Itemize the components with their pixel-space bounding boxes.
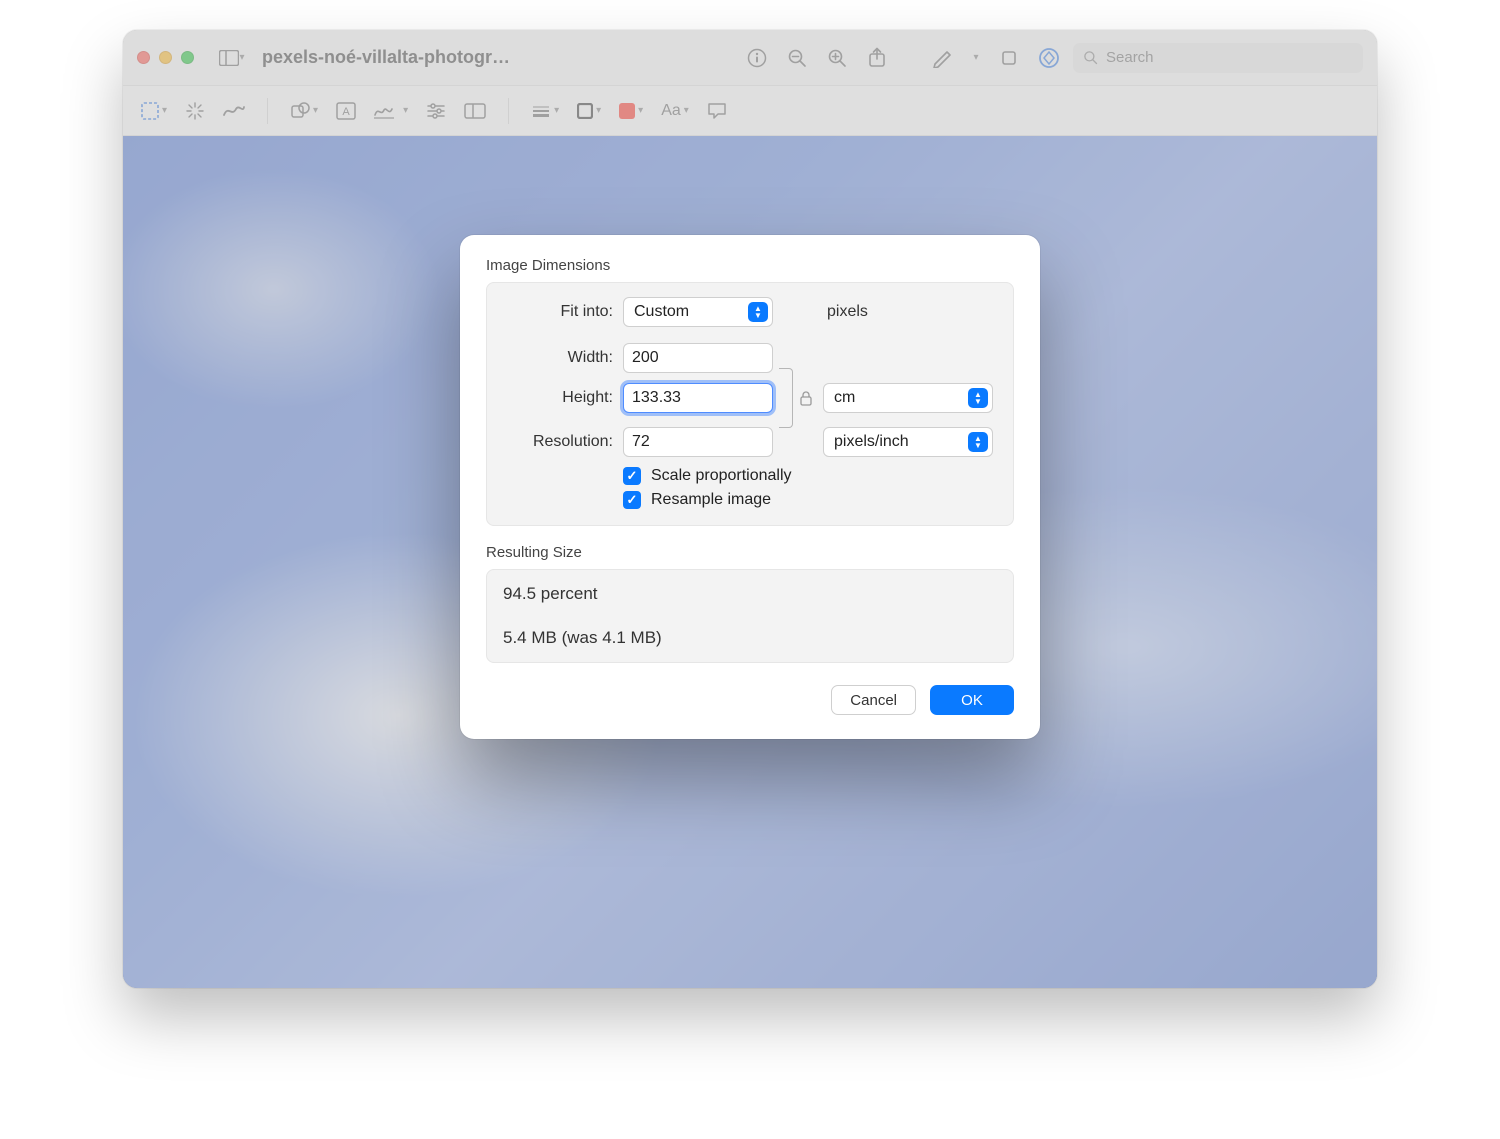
result-filesize: 5.4 MB (was 4.1 MB) <box>503 628 997 648</box>
markup-menu-button[interactable]: ▾ <box>967 42 985 74</box>
svg-text:A: A <box>342 106 350 118</box>
link-bracket-icon <box>779 368 793 428</box>
sidebar-toggle-button[interactable]: ▾ <box>216 42 248 74</box>
sign-button[interactable]: ▾ <box>374 103 408 119</box>
select-arrows-icon: ▲▼ <box>748 302 768 322</box>
resolution-input[interactable] <box>623 427 773 457</box>
resample-image-label: Resample image <box>651 491 771 509</box>
rotate-button[interactable] <box>993 42 1025 74</box>
resolution-label: Resolution: <box>503 433 613 451</box>
annotate-button[interactable] <box>707 102 727 120</box>
select-arrows-icon: ▲▼ <box>968 432 988 452</box>
border-color-button[interactable]: ▾ <box>577 103 601 119</box>
dimensions-panel: Fit into: Custom ▲▼ pixels Width: Heigh <box>486 282 1014 526</box>
ok-button[interactable]: OK <box>930 685 1014 715</box>
document-title: pexels-noé-villalta-photogr… <box>262 47 510 68</box>
select-arrows-icon: ▲▼ <box>968 388 988 408</box>
chevron-down-icon: ▾ <box>554 105 559 116</box>
chevron-down-icon: ▾ <box>239 52 244 63</box>
height-label: Height: <box>503 389 613 407</box>
chevron-down-icon: ▾ <box>403 105 408 116</box>
search-icon <box>1083 50 1098 65</box>
markup-button[interactable] <box>927 42 959 74</box>
scale-proportionally-label: Scale proportionally <box>651 467 792 485</box>
height-input[interactable] <box>623 383 773 413</box>
fit-into-label: Fit into: <box>503 303 613 321</box>
fit-into-unit: pixels <box>823 303 993 321</box>
info-button[interactable] <box>741 42 773 74</box>
resolution-unit-select[interactable]: pixels/inch ▲▼ <box>823 427 993 457</box>
zoom-out-button[interactable] <box>781 42 813 74</box>
section-result-title: Resulting Size <box>486 544 1014 561</box>
dimension-unit-value: cm <box>834 389 855 407</box>
resample-image-checkbox[interactable]: ✓ Resample image <box>623 491 997 509</box>
highlight-button[interactable] <box>1033 42 1065 74</box>
chevron-down-icon: ▾ <box>596 105 601 116</box>
zoom-window-button[interactable] <box>181 51 194 64</box>
resulting-size-panel: 94.5 percent 5.4 MB (was 4.1 MB) <box>486 569 1014 663</box>
zoom-in-button[interactable] <box>821 42 853 74</box>
text-style-label: Aa <box>661 102 681 120</box>
chevron-down-icon: ▾ <box>684 105 689 116</box>
section-dimensions-title: Image Dimensions <box>486 257 1014 274</box>
width-input[interactable] <box>623 343 773 373</box>
window-controls <box>137 51 194 64</box>
adjust-size-button[interactable] <box>464 103 486 119</box>
resolution-unit-value: pixels/inch <box>834 433 909 451</box>
color-swatch-icon <box>619 103 635 119</box>
markup-toolbar: ▾ ▾ A ▾ <box>123 86 1377 136</box>
chevron-down-icon: ▾ <box>313 105 318 116</box>
chevron-down-icon: ▾ <box>162 105 167 116</box>
chevron-down-icon: ▾ <box>973 52 978 63</box>
line-style-button[interactable]: ▾ <box>531 104 559 118</box>
search-field[interactable] <box>1073 43 1363 73</box>
preview-window: ▾ pexels-noé-villalta-photogr… ▾ <box>123 30 1377 988</box>
checkbox-checked-icon: ✓ <box>623 467 641 485</box>
fill-color-button[interactable]: ▾ <box>619 103 643 119</box>
result-percent: 94.5 percent <box>503 584 997 604</box>
fit-into-select[interactable]: Custom ▲▼ <box>623 297 773 327</box>
search-input[interactable] <box>1106 49 1353 66</box>
cancel-button[interactable]: Cancel <box>831 685 916 715</box>
width-label: Width: <box>503 349 613 367</box>
checkbox-checked-icon: ✓ <box>623 491 641 509</box>
shapes-button[interactable]: ▾ <box>290 101 318 121</box>
dimension-unit-select[interactable]: cm ▲▼ <box>823 383 993 413</box>
titlebar: ▾ pexels-noé-villalta-photogr… ▾ <box>123 30 1377 86</box>
toolbar-separator <box>267 98 268 124</box>
minimize-window-button[interactable] <box>159 51 172 64</box>
instant-alpha-button[interactable] <box>185 101 205 121</box>
adjust-color-button[interactable] <box>426 103 446 119</box>
text-style-button[interactable]: Aa ▾ <box>661 102 689 120</box>
close-window-button[interactable] <box>137 51 150 64</box>
share-button[interactable] <box>861 42 893 74</box>
text-tool-button[interactable]: A <box>336 102 356 120</box>
toolbar-separator <box>508 98 509 124</box>
fit-into-value: Custom <box>634 303 689 321</box>
image-dimensions-dialog: Image Dimensions Fit into: Custom ▲▼ pix… <box>460 235 1040 739</box>
sketch-tool-button[interactable] <box>223 103 245 119</box>
lock-icon <box>799 390 813 406</box>
chevron-down-icon: ▾ <box>638 105 643 116</box>
scale-proportionally-checkbox[interactable]: ✓ Scale proportionally <box>623 467 997 485</box>
selection-tool-button[interactable]: ▾ <box>141 102 167 120</box>
